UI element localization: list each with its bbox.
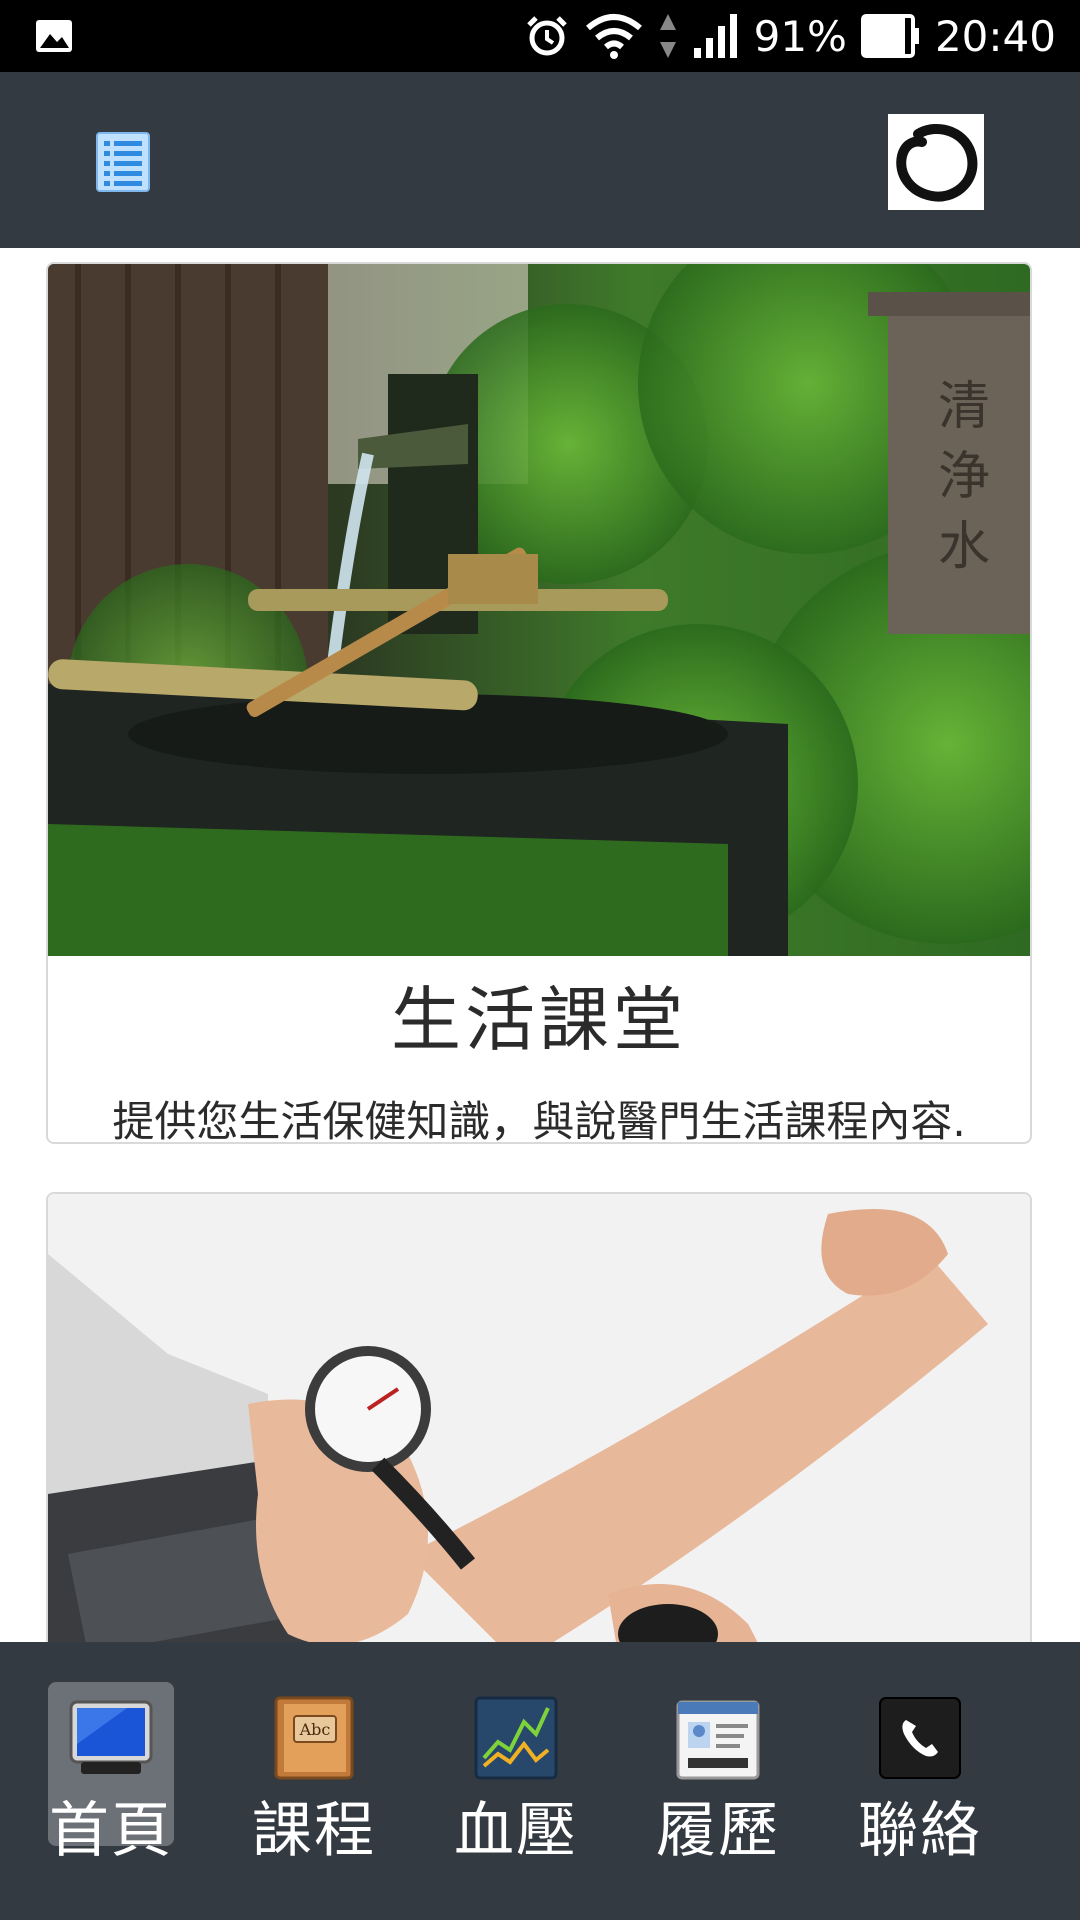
tab-contact[interactable]: 聯絡 (857, 1682, 983, 1866)
wifi-icon (584, 12, 644, 60)
svg-text:水: 水 (938, 517, 990, 577)
list-menu-icon[interactable] (96, 132, 150, 192)
card-title: 生活課堂 (391, 979, 687, 1061)
battery-percent: 91% (753, 11, 847, 61)
signal-icon (692, 12, 740, 60)
status-bar: 91% 20:40 (0, 0, 1080, 72)
book-icon: Abc (270, 1694, 358, 1782)
card-description: 提供您生活保健知識，與說醫門生活課程內容. (112, 1097, 966, 1144)
bottom-navigation: 首頁 Abc 課程 血壓 履歷 聯絡 (0, 1642, 1080, 1920)
data-transfer-icon (658, 12, 678, 60)
id-card-icon (674, 1694, 762, 1782)
phone-icon (876, 1694, 964, 1782)
tab-contact-label: 聯絡 (858, 1796, 982, 1866)
course-card-blood-pressure[interactable] (46, 1192, 1032, 1642)
main-content: 清 浄 水 生活課堂 提供您生活保健知識，與說醫門生活課程內容. (0, 248, 1080, 1642)
enso-circle-logo-icon[interactable] (888, 114, 984, 210)
tab-home-label: 首頁 (49, 1796, 173, 1866)
tab-home[interactable]: 首頁 (48, 1682, 174, 1866)
tab-blood-pressure[interactable]: 血壓 (453, 1682, 579, 1866)
tab-courses-label: 課程 (252, 1796, 376, 1866)
svg-text:清: 清 (938, 377, 990, 437)
tab-resume-label: 履歷 (656, 1796, 780, 1866)
blood-pressure-measurement-photo (48, 1194, 1030, 1642)
chart-icon (472, 1694, 560, 1782)
alarm-icon (524, 13, 570, 59)
svg-text:Abc: Abc (299, 1720, 331, 1739)
battery-icon (860, 14, 921, 58)
course-card-life-class[interactable]: 清 浄 水 生活課堂 提供您生活保健知識，與說醫門生活課程內容. (46, 262, 1032, 1144)
tab-resume[interactable]: 履歷 (655, 1682, 781, 1866)
svg-text:浄: 浄 (938, 447, 990, 507)
tab-blood-pressure-label: 血壓 (454, 1796, 578, 1866)
monitor-icon (67, 1694, 155, 1782)
tab-courses[interactable]: Abc 課程 (251, 1682, 377, 1866)
app-bar (0, 72, 1080, 248)
gallery-notification-icon (34, 16, 74, 56)
clock: 20:40 (934, 11, 1056, 61)
japanese-garden-bamboo-fountain-photo: 清 浄 水 (48, 264, 1030, 956)
